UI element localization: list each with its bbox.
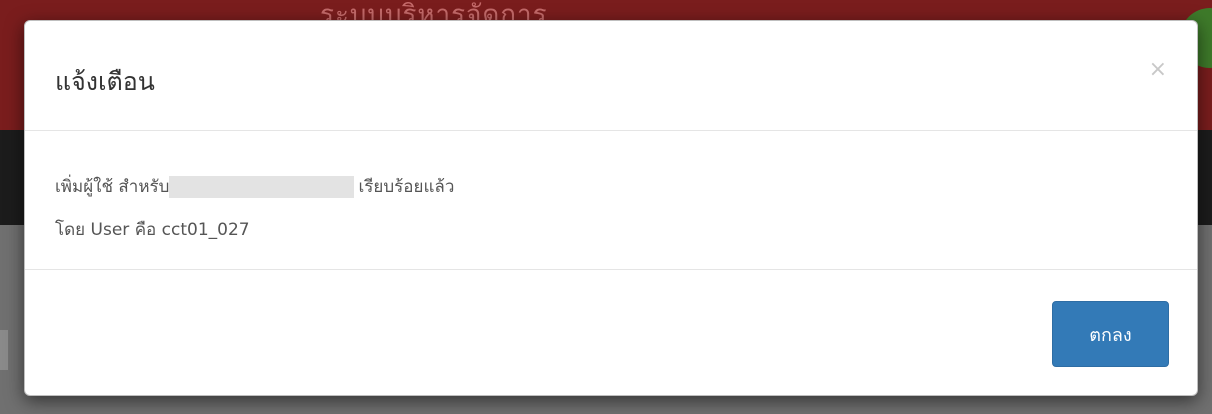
close-icon[interactable]: × <box>1149 59 1167 81</box>
message-line-2: โดย User คือ cct01_027 <box>55 220 250 240</box>
alert-modal: แจ้งเตือน × เพิ่มผู้ใช้ สำหรับ เรียบร้อยแ… <box>24 20 1198 396</box>
message-prefix: เพิ่มผู้ใช้ สำหรับ <box>55 177 170 197</box>
message-line-1: เพิ่มผู้ใช้ สำหรับ เรียบร้อยแล้ว <box>55 173 454 200</box>
page-edge-fragment <box>0 330 8 370</box>
modal-body: เพิ่มผู้ใช้ สำหรับ เรียบร้อยแล้ว โดย User… <box>25 131 1197 270</box>
message-suffix: เรียบร้อยแล้ว <box>358 177 455 197</box>
modal-header: แจ้งเตือน × <box>25 21 1197 131</box>
ok-button[interactable]: ตกลง <box>1052 301 1169 367</box>
modal-title: แจ้งเตือน <box>55 67 155 96</box>
redacted-name <box>169 176 355 198</box>
